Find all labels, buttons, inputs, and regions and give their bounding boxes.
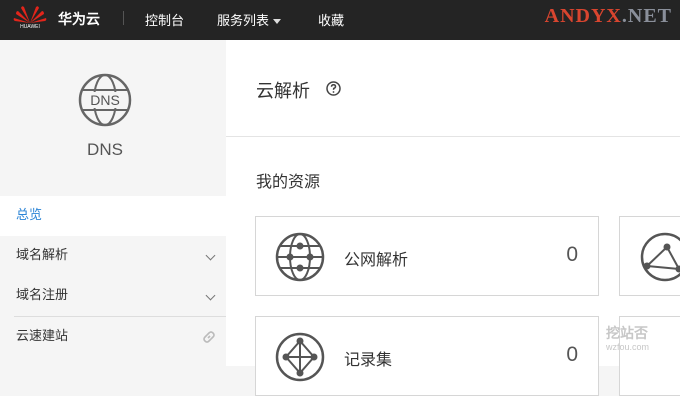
main-content: 云解析 我的资源 公网解析 0 [226,40,680,366]
svg-text:DNS: DNS [90,92,120,108]
header-divider [226,136,680,137]
globe-network-icon [274,231,326,283]
external-link-icon [202,330,216,344]
overlay-stamp: 挖站否 [606,323,648,343]
chevron-down-icon [206,251,216,261]
overlay-url: wzfou.com [606,342,649,352]
card-count: 0 [566,243,578,267]
card-count: 0 [566,343,578,367]
sidebar-item-label: 域名注册 [16,288,68,303]
huawei-logo-icon[interactable] [10,3,50,37]
caret-down-icon [273,19,281,24]
watermark-part-a: ANDYX [545,5,622,27]
sidebar-item-label: 云速建站 [16,329,68,344]
chevron-down-icon [206,291,216,301]
section-title: 我的资源 [256,168,320,192]
huawei-logo-text: HUAWEI [10,24,50,30]
sidebar-item-overview[interactable]: 总览 [0,196,226,236]
globe-network-icon [639,231,680,283]
resource-card-partial[interactable] [619,216,680,296]
resource-card-record-sets[interactable]: 记录集 0 [255,316,599,396]
brand-name[interactable]: 华为云 [58,9,100,29]
nav-service-list[interactable]: 服务列表 [217,10,281,29]
sidebar-item-domain-registration[interactable]: 域名注册 [0,276,226,316]
service-title: DNS [0,140,210,160]
nav-favorites[interactable]: 收藏 [318,10,344,29]
nav-service-list-label: 服务列表 [217,14,269,29]
nav-console[interactable]: 控制台 [145,10,184,29]
card-label: 记录集 [344,346,392,370]
sidebar-item-label: 域名解析 [16,248,68,263]
globe-network-icon [274,331,326,383]
dns-globe-icon: DNS [77,72,133,128]
sidebar-item-label: 总览 [16,208,42,223]
resource-card-public-resolution[interactable]: 公网解析 0 [255,216,599,296]
top-navbar: HUAWEI 华为云 控制台 服务列表 收藏 ANDYX.NET [0,0,680,40]
nav-separator [123,11,124,25]
page-title: 云解析 [256,77,310,103]
watermark-logo: ANDYX.NET [545,5,672,28]
help-icon[interactable] [326,81,341,96]
sidebar-item-domain-resolution[interactable]: 域名解析 [0,236,226,276]
watermark-part-b: .NET [622,5,672,27]
sidebar: DNS DNS 总览 域名解析 域名注册 云速建站 [0,40,226,366]
card-label: 公网解析 [344,246,408,270]
sidebar-item-site-builder[interactable]: 云速建站 [0,317,226,357]
